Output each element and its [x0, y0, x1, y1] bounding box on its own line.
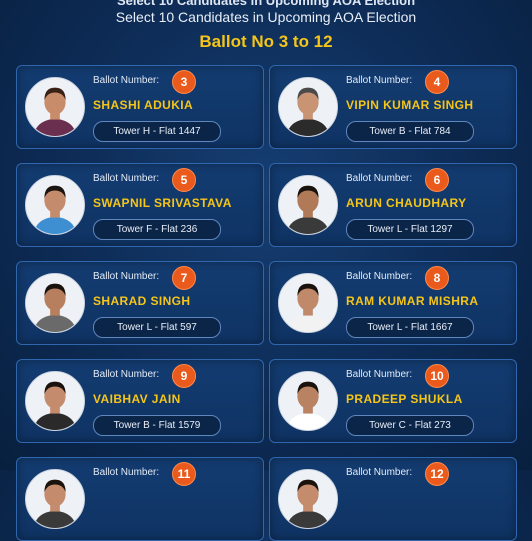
- candidate-card[interactable]: Ballot Number: 4 VIPIN KUMAR SINGH Tower…: [269, 65, 517, 149]
- page-cut-title: Select 10 Candidates in Upcoming AOA Ele…: [116, 0, 416, 8]
- ballot-number-label: Ballot Number:: [346, 271, 413, 282]
- ballot-number-label: Ballot Number:: [93, 467, 160, 478]
- ballot-number-label: Ballot Number:: [93, 75, 160, 86]
- candidate-flat: Tower H - Flat 1447: [93, 121, 221, 142]
- candidate-card[interactable]: Ballot Number: 6 ARUN CHAUDHARY Tower L …: [269, 163, 517, 247]
- candidate-flat: Tower L - Flat 597: [93, 317, 221, 338]
- ballot-number-badge: 5: [172, 168, 196, 192]
- candidate-flat: Tower L - Flat 1297: [346, 219, 474, 240]
- ballot-number-badge: 9: [172, 364, 196, 388]
- candidate-card[interactable]: Ballot Number: 10 PRADEEP SHUKLA Tower C…: [269, 359, 517, 443]
- candidate-photo: [278, 175, 338, 235]
- candidate-name: PRADEEP SHUKLA: [346, 392, 463, 406]
- candidate-name: ARUN CHAUDHARY: [346, 196, 467, 210]
- candidate-photo: [25, 371, 85, 431]
- ballot-number-badge: 10: [425, 364, 449, 388]
- ballot-number-badge: 3: [172, 70, 196, 94]
- candidate-photo: [25, 273, 85, 333]
- candidate-photo: [25, 175, 85, 235]
- ballot-number-label: Ballot Number:: [346, 173, 413, 184]
- candidate-card[interactable]: Ballot Number: 7 SHARAD SINGH Tower L - …: [16, 261, 264, 345]
- ballot-number-badge: 4: [425, 70, 449, 94]
- candidate-card[interactable]: Ballot Number: 8 RAM KUMAR MISHRA Tower …: [269, 261, 517, 345]
- ballot-number-label: Ballot Number:: [346, 467, 413, 478]
- candidate-name: RAM KUMAR MISHRA: [346, 294, 479, 308]
- candidate-photo: [278, 273, 338, 333]
- candidate-photo: [278, 469, 338, 529]
- candidate-card[interactable]: Ballot Number: 9 VAIBHAV JAIN Tower B - …: [16, 359, 264, 443]
- ballot-number-label: Ballot Number:: [346, 75, 413, 86]
- ballot-number-label: Ballot Number:: [93, 369, 160, 380]
- candidate-photo: [25, 469, 85, 529]
- candidate-flat: Tower C - Flat 273: [346, 415, 474, 436]
- ballot-number-badge: 6: [425, 168, 449, 192]
- candidate-flat: Tower F - Flat 236: [93, 219, 221, 240]
- candidate-photo: [25, 77, 85, 137]
- ballot-range-heading: Ballot No 3 to 12: [199, 32, 333, 51]
- candidate-photo: [278, 77, 338, 137]
- ballot-number-badge: 7: [172, 266, 196, 290]
- ballot-number-label: Ballot Number:: [346, 369, 413, 380]
- candidate-name: SHARAD SINGH: [93, 294, 191, 308]
- ballot-number-badge: 11: [172, 462, 196, 486]
- candidate-name: VAIBHAV JAIN: [93, 392, 181, 406]
- candidate-flat: Tower B - Flat 1579: [93, 415, 221, 436]
- ballot-number-label: Ballot Number:: [93, 173, 160, 184]
- candidate-card[interactable]: Ballot Number: 3 SHASHI ADUKIA Tower H -…: [16, 65, 264, 149]
- candidate-flat: Tower L - Flat 1667: [346, 317, 474, 338]
- candidate-flat: Tower B - Flat 784: [346, 121, 474, 142]
- ballot-number-badge: 12: [425, 462, 449, 486]
- ballot-number-badge: 8: [425, 266, 449, 290]
- candidate-name: VIPIN KUMAR SINGH: [346, 98, 474, 112]
- ballot-number-label: Ballot Number:: [93, 271, 160, 282]
- candidate-name: SWAPNIL SRIVASTAVA: [93, 196, 232, 210]
- candidate-card[interactable]: Ballot Number: 5 SWAPNIL SRIVASTAVA Towe…: [16, 163, 264, 247]
- page-subtitle: Select 10 Candidates in Upcoming AOA Ele…: [115, 9, 417, 25]
- candidate-photo: [278, 371, 338, 431]
- candidate-name: SHASHI ADUKIA: [93, 98, 194, 112]
